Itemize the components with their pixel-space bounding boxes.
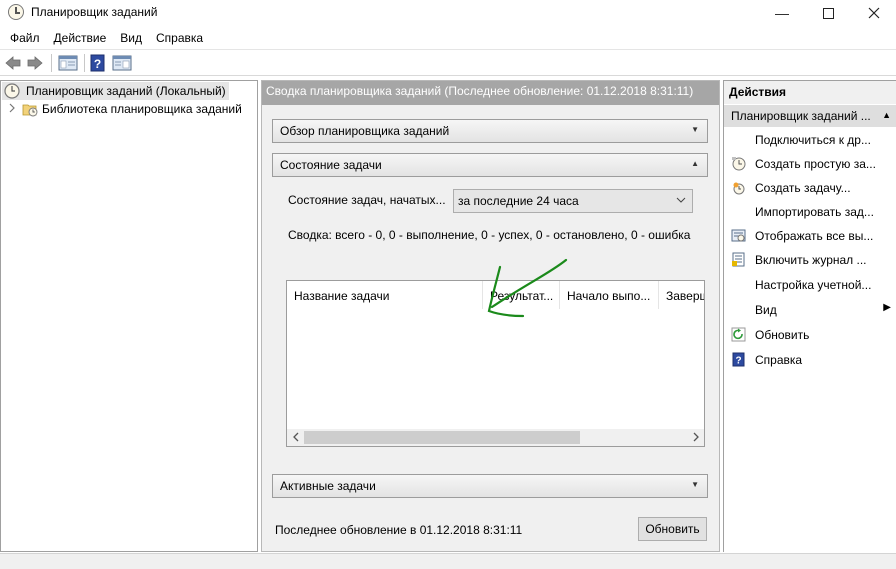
chevron-down-icon (676, 193, 686, 210)
collapse-up-icon: ▲ (691, 159, 699, 168)
tree-item-library[interactable]: Библиотека планировщика заданий (2, 100, 242, 118)
active-tasks-section-header[interactable]: Активные задачи ▼ (272, 474, 708, 498)
create-task-icon (731, 180, 746, 195)
annotation-arrow-icon (487, 258, 568, 318)
tree-item-root[interactable]: Планировщик заданий (Локальный) (2, 82, 229, 100)
action-create-task-label: Создать задачу... (755, 181, 851, 195)
action-connect-label: Подключиться к др... (755, 133, 871, 147)
task-status-section-header[interactable]: Состояние задачи ▲ (272, 153, 708, 177)
back-arrow-icon[interactable] (4, 54, 22, 72)
maximize-button[interactable] (805, 0, 851, 26)
menu-help[interactable]: Справка (149, 28, 210, 48)
enable-log-icon (731, 252, 746, 267)
title-bar: Планировщик заданий — (0, 0, 896, 26)
action-import-task-label: Импортировать зад... (755, 205, 874, 219)
column-end-time[interactable]: Заверш (659, 281, 704, 309)
show-hide-action-pane-icon[interactable] (112, 54, 132, 72)
action-connect[interactable]: Подключиться к др... (724, 130, 896, 150)
overview-section-header[interactable]: Обзор планировщика заданий ▼ (272, 119, 708, 143)
overview-section-label: Обзор планировщика заданий (280, 124, 450, 138)
actions-group-header[interactable]: Планировщик заданий ... ▲ (724, 105, 896, 127)
show-hide-console-tree-icon[interactable] (58, 54, 78, 72)
action-refresh[interactable]: Обновить (724, 325, 896, 345)
expand-down-icon: ▼ (691, 480, 699, 489)
menu-action[interactable]: Действие (47, 28, 114, 48)
help-icon: ? (731, 352, 746, 367)
scrollbar-thumb[interactable] (304, 431, 580, 444)
task-status-section-label: Состояние задачи (280, 158, 382, 172)
task-summary-text: Сводка: всего - 0, 0 - выполнение, 0 - у… (288, 228, 691, 242)
tree-item-library-label: Библиотека планировщика заданий (42, 102, 242, 116)
action-refresh-label: Обновить (755, 328, 810, 342)
collapse-up-icon: ▲ (882, 110, 891, 120)
submenu-arrow-icon: ▶ (883, 302, 891, 313)
menu-view[interactable]: Вид (113, 28, 149, 48)
menu-file[interactable]: Файл (0, 28, 47, 48)
window-title: Планировщик заданий (31, 5, 158, 19)
scroll-left-icon[interactable] (288, 430, 303, 445)
display-running-tasks-icon (731, 228, 746, 243)
task-scheduler-clock-icon (4, 83, 20, 99)
svg-text:?: ? (735, 356, 741, 367)
toolbar-separator (84, 54, 85, 72)
last-refresh-text: Последнее обновление в 01.12.2018 8:31:1… (275, 523, 523, 537)
tree-item-root-label: Планировщик заданий (Локальный) (26, 84, 226, 98)
help-icon[interactable]: ? (90, 54, 106, 72)
forward-arrow-icon[interactable] (26, 54, 44, 72)
actions-pane: Действия Планировщик заданий ... ▲ Подкл… (723, 80, 896, 552)
actions-title: Действия (724, 81, 896, 104)
action-account-config[interactable]: Настройка учетной... (724, 275, 896, 295)
action-account-config-label: Настройка учетной... (755, 278, 872, 292)
action-create-basic-task-label: Создать простую за... (755, 157, 876, 171)
toolbar: ? (0, 49, 896, 76)
folder-clock-icon (22, 101, 38, 117)
actions-group-label: Планировщик заданий ... (731, 109, 871, 123)
refresh-icon (731, 327, 746, 342)
expand-chevron-icon[interactable] (8, 103, 18, 116)
create-basic-task-icon (731, 156, 746, 171)
action-display-running[interactable]: Отображать все вы... (724, 226, 896, 246)
action-view-label: Вид (755, 303, 777, 317)
scroll-right-icon[interactable] (688, 430, 703, 445)
maximize-icon (822, 7, 834, 19)
horizontal-scrollbar[interactable] (287, 429, 704, 446)
status-period-value: за последние 24 часа (458, 194, 579, 208)
action-view[interactable]: Вид ▶ (724, 300, 896, 320)
task-scheduler-clock-icon (8, 4, 24, 20)
minimize-button[interactable]: — (759, 0, 805, 26)
action-create-task[interactable]: Создать задачу... (724, 178, 896, 198)
close-icon (868, 7, 879, 19)
close-button[interactable] (851, 0, 896, 26)
menu-bar: Файл Действие Вид Справка (0, 28, 896, 48)
action-enable-log[interactable]: Включить журнал ... (724, 250, 896, 270)
action-help[interactable]: ? Справка (724, 350, 896, 370)
summary-header: Сводка планировщика заданий (Последнее о… (262, 81, 719, 105)
status-bar (0, 553, 896, 569)
action-display-running-label: Отображать все вы... (755, 229, 874, 243)
svg-text:?: ? (94, 57, 101, 71)
toolbar-separator (51, 54, 52, 72)
console-tree: Планировщик заданий (Локальный) Библиоте… (0, 80, 258, 552)
status-filter-label: Состояние задач, начатых... (288, 193, 446, 207)
refresh-button[interactable]: Обновить (638, 517, 707, 541)
column-task-name[interactable]: Название задачи (287, 281, 483, 309)
action-enable-log-label: Включить журнал ... (755, 253, 867, 267)
action-create-basic-task[interactable]: Создать простую за... (724, 154, 896, 174)
expand-down-icon: ▼ (691, 125, 699, 134)
action-import-task[interactable]: Импортировать зад... (724, 202, 896, 222)
status-period-select[interactable]: за последние 24 часа (453, 189, 693, 213)
active-tasks-section-label: Активные задачи (280, 479, 376, 493)
action-help-label: Справка (755, 353, 803, 367)
